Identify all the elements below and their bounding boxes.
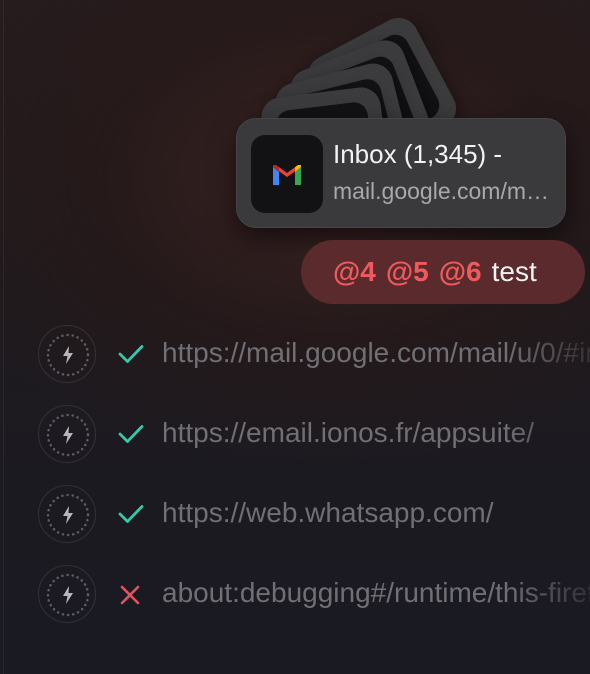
- row-url: https://mail.google.com/mail/u/0/#inbox: [162, 337, 590, 368]
- mention-text: test: [491, 256, 537, 287]
- gmail-icon: [251, 135, 323, 213]
- row-url: https://web.whatsapp.com/: [162, 497, 494, 528]
- bolt-icon: [38, 405, 96, 463]
- list-item[interactable]: https://mail.google.com/mail/u/0/#inbox: [38, 325, 590, 385]
- list-item[interactable]: https://web.whatsapp.com/: [38, 485, 590, 545]
- list-item[interactable]: about:debugging#/runtime/this-firefox: [38, 565, 590, 625]
- check-icon: [118, 343, 144, 370]
- tab-url: mail.google.com/mail/u/0/#inbox: [333, 178, 553, 204]
- tab-preview-card[interactable]: Inbox (1,345) - mail.google.com/mail/u/0…: [236, 118, 566, 228]
- x-icon: [118, 583, 142, 612]
- bolt-icon: [38, 325, 96, 383]
- mention-tag[interactable]: @5: [386, 256, 429, 288]
- check-icon: [118, 423, 144, 450]
- list-item[interactable]: https://email.ionos.fr/appsuite/: [38, 405, 590, 465]
- check-icon: [118, 503, 144, 530]
- row-url: about:debugging#/runtime/this-firefox: [162, 577, 590, 608]
- bolt-icon: [38, 485, 96, 543]
- row-url: https://email.ionos.fr/appsuite/: [162, 417, 534, 448]
- mention-tag[interactable]: @6: [439, 256, 482, 288]
- bolt-icon: [38, 565, 96, 623]
- mention-tag[interactable]: @4: [333, 256, 376, 288]
- tab-title: Inbox (1,345) -: [333, 139, 503, 169]
- window-edge: [3, 0, 4, 674]
- mention-pill[interactable]: @4 @5 @6 test: [301, 240, 585, 304]
